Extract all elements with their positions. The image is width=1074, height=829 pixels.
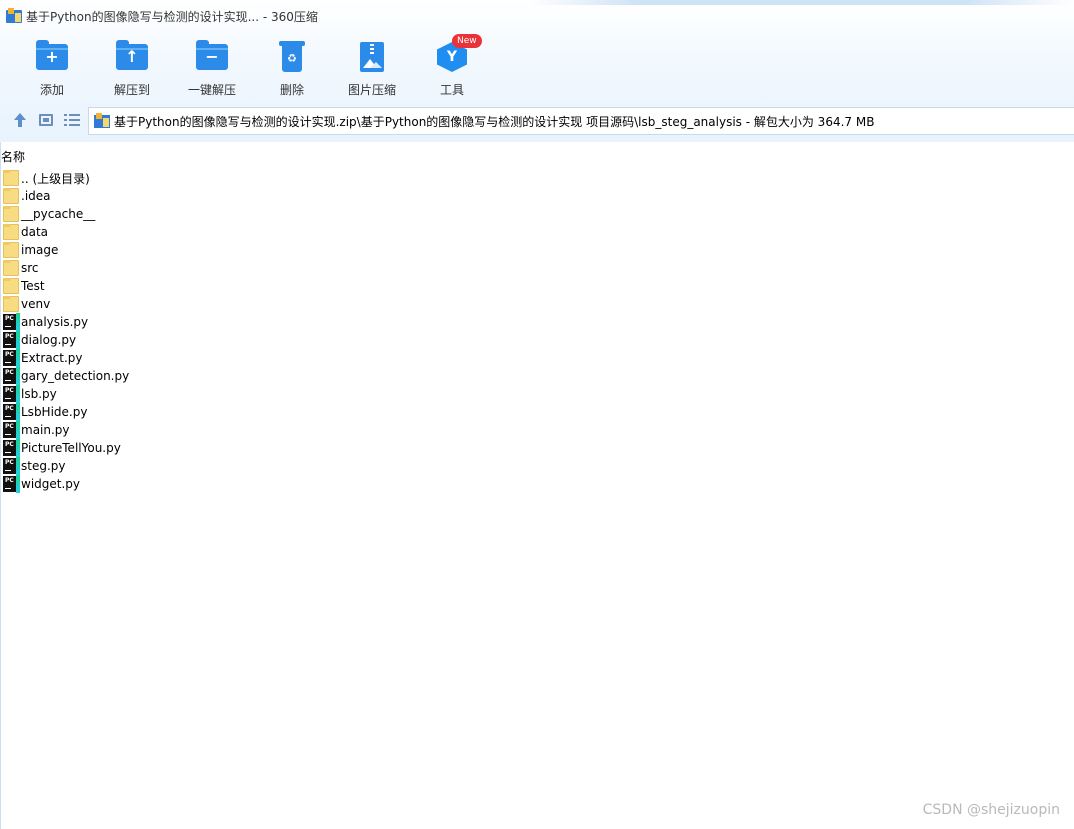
list-item[interactable]: main.py (0, 421, 1074, 439)
folder-icon (3, 206, 19, 222)
column-name-label: 名称 (1, 150, 26, 164)
list-item-name: image (21, 243, 59, 257)
list-item-name: Extract.py (21, 351, 83, 365)
image-compress-icon (360, 42, 384, 72)
folder-icon (3, 260, 19, 276)
thumbnail-view-button[interactable] (38, 112, 54, 128)
list-item-name: dialog.py (21, 333, 77, 347)
python-file-icon (3, 331, 20, 349)
list-item[interactable]: PictureTellYou.py (0, 439, 1074, 457)
list-item[interactable]: Extract.py (0, 349, 1074, 367)
add-button[interactable]: + 添加 (12, 36, 92, 98)
list-item-name: gary_detection.py (21, 369, 130, 383)
list-item-name: widget.py (21, 477, 81, 491)
folder-icon (3, 242, 19, 258)
list-item-name: data (21, 225, 49, 239)
python-file-icon (3, 313, 20, 331)
list-item[interactable]: dialog.py (0, 331, 1074, 349)
add-button-label: 添加 (39, 83, 64, 97)
folder-icon (3, 278, 19, 294)
list-item-name: .idea (21, 189, 51, 203)
list-item-name: lsb.py (21, 387, 57, 401)
one-click-extract-button-label: 一键解压 (187, 83, 236, 97)
thumbnail-view-icon (39, 114, 53, 126)
list-item[interactable]: __pycache__ (0, 205, 1074, 223)
list-item[interactable]: data (0, 223, 1074, 241)
list-item-name: PictureTellYou.py (21, 441, 121, 455)
address-bar[interactable]: 基于Python的图像隐写与检测的设计实现.zip\基于Python的图像隐写与… (88, 107, 1074, 135)
python-file-icon (3, 475, 20, 493)
list-item[interactable]: lsb.py (0, 385, 1074, 403)
one-click-extract-button[interactable]: − 一键解压 (172, 36, 252, 98)
python-file-icon (3, 439, 20, 457)
list-item-name: LsbHide.py (21, 405, 88, 419)
list-item-name: venv (21, 297, 51, 311)
python-file-icon (3, 349, 20, 367)
list-item[interactable]: gary_detection.py (0, 367, 1074, 385)
list-item-name: steg.py (21, 459, 66, 473)
python-file-icon (3, 385, 20, 403)
python-file-icon (3, 457, 20, 475)
list-item-name: Test (21, 279, 45, 293)
list-item[interactable]: .idea (0, 187, 1074, 205)
toolbar: + 添加 ↑ 解压到 − 一键解压 ♻ 删除 图片压缩 Y New 工具 (0, 34, 1074, 98)
image-compress-button-label: 图片压缩 (347, 83, 396, 97)
title-bar: 基于Python的图像隐写与检测的设计实现... - 360压缩 (0, 0, 1074, 32)
tools-button-label: 工具 (439, 83, 464, 97)
watermark: CSDN @shejizuopin (922, 802, 1060, 818)
list-item[interactable]: .. (上级目录) (0, 169, 1074, 187)
python-file-icon (3, 367, 20, 385)
new-badge: New (452, 34, 482, 48)
list-item[interactable]: analysis.py (0, 313, 1074, 331)
list-item-name: .. (上级目录) (21, 171, 90, 186)
folder-icon (3, 296, 19, 312)
delete-button-label: 删除 (279, 83, 304, 97)
delete-button[interactable]: ♻ 删除 (252, 36, 332, 98)
navigation-row: 基于Python的图像隐写与检测的设计实现.zip\基于Python的图像隐写与… (0, 106, 1074, 136)
list-item[interactable]: Test (0, 277, 1074, 295)
list-item[interactable]: src (0, 259, 1074, 277)
list-view-icon (64, 114, 80, 126)
list-item[interactable]: LsbHide.py (0, 403, 1074, 421)
extract-to-button-label: 解压到 (113, 83, 150, 97)
file-list: .. (上级目录) .idea __pycache__data image src Tes… (0, 169, 1074, 493)
python-file-icon (3, 403, 20, 421)
list-item-name: analysis.py (21, 315, 89, 329)
folder-icon (3, 170, 19, 186)
folder-icon (3, 224, 19, 240)
archive-icon (94, 113, 110, 129)
list-item[interactable]: venv (0, 295, 1074, 313)
list-item[interactable]: steg.py (0, 457, 1074, 475)
list-item-name: __pycache__ (21, 207, 96, 221)
app-logo-icon (6, 8, 22, 24)
list-item[interactable]: image (0, 241, 1074, 259)
up-level-button[interactable] (12, 112, 28, 128)
column-header-name[interactable]: 名称 (0, 145, 1074, 165)
window-title: 基于Python的图像隐写与检测的设计实现... - 360压缩 (26, 9, 318, 24)
python-file-icon (3, 421, 20, 439)
list-item-name: src (21, 261, 39, 275)
image-compress-button[interactable]: 图片压缩 (332, 36, 412, 98)
list-item[interactable]: widget.py (0, 475, 1074, 493)
tools-button[interactable]: Y New 工具 (412, 34, 492, 98)
address-path: 基于Python的图像隐写与检测的设计实现.zip\基于Python的图像隐写与… (114, 114, 875, 129)
folder-icon (3, 188, 19, 204)
list-item-name: main.py (21, 423, 70, 437)
list-view-button[interactable] (64, 112, 80, 128)
extract-to-button[interactable]: ↑ 解压到 (92, 36, 172, 98)
